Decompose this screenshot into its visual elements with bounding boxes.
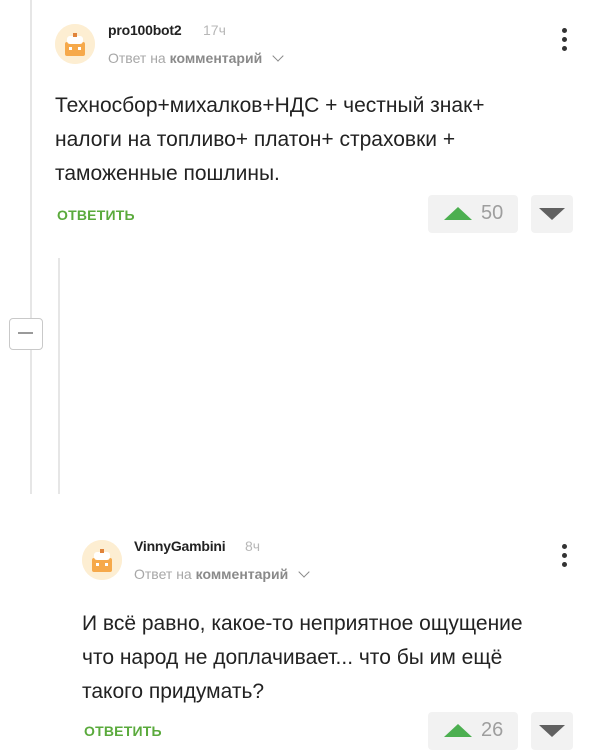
reply-to-info[interactable]: Ответ на комментарий [134, 566, 310, 582]
comment-score: 50 [481, 202, 504, 224]
reply-button[interactable]: ОТВЕТИТЬ [84, 723, 162, 739]
comment-time: 17ч [203, 22, 226, 38]
reply-target-link[interactable]: комментарий [170, 50, 263, 66]
reply-button[interactable]: ОТВЕТИТЬ [57, 207, 135, 223]
comment-text-line: налоги на топливо+ платон+ страховки + [55, 128, 456, 151]
avatar-placeholder-icon [55, 24, 95, 64]
comment-score: 26 [481, 719, 504, 741]
avatar[interactable] [82, 540, 122, 580]
downvote-arrow-icon [539, 208, 565, 220]
comment-text-line: Техносбор+михалков+НДС + честный знак+ [55, 94, 485, 117]
thread-line [30, 0, 32, 494]
comment-author[interactable]: VinnyGambini [134, 538, 226, 554]
nested-thread-line [58, 258, 60, 494]
reply-to-info[interactable]: Ответ на комментарий [108, 50, 284, 66]
more-vertical-icon[interactable] [560, 544, 570, 571]
upvote-button[interactable]: 26 [428, 712, 518, 750]
avatar[interactable] [55, 24, 95, 64]
comment-text-line: таможенные пошлины. [55, 162, 280, 185]
comment-text-line: И всё равно, какое-то неприятное ощущени… [82, 612, 523, 635]
comment-text-line: такого придумать? [82, 680, 265, 703]
comment-text: И всё равно, какое-то неприятное ощущени… [82, 607, 582, 709]
upvote-arrow-icon [444, 724, 472, 737]
downvote-arrow-icon [539, 725, 565, 737]
reply-target-link[interactable]: комментарий [196, 566, 289, 582]
upvote-button[interactable]: 50 [428, 195, 518, 233]
avatar-placeholder-icon [82, 540, 122, 580]
collapse-thread-button[interactable] [9, 318, 43, 350]
reply-prefix: Ответ на [108, 50, 166, 66]
comment-author[interactable]: pro100bot2 [108, 22, 182, 38]
downvote-button[interactable] [531, 712, 573, 750]
downvote-button[interactable] [531, 195, 573, 233]
upvote-arrow-icon [444, 207, 472, 220]
comment-time: 8ч [245, 538, 261, 554]
comment-text: Техносбор+михалков+НДС + честный знак+ н… [55, 89, 555, 191]
comment-text-line: что народ не доплачивает... что бы им ещ… [82, 646, 503, 669]
chevron-down-icon[interactable] [298, 566, 310, 578]
reply-prefix: Ответ на [134, 566, 192, 582]
chevron-down-icon[interactable] [272, 50, 284, 62]
more-vertical-icon[interactable] [560, 28, 570, 55]
